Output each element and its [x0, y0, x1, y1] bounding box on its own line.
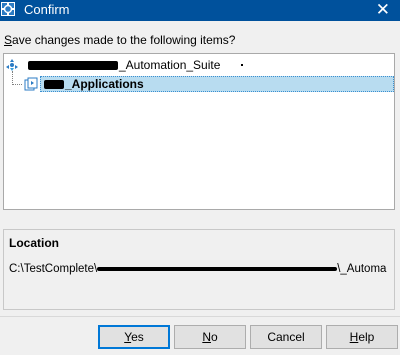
help-button[interactable]: Help [326, 325, 398, 349]
cancel-button[interactable]: Cancel [250, 325, 322, 349]
redaction [28, 61, 118, 71]
suite-label: _Automation_Suite [28, 57, 220, 73]
close-icon[interactable]: ✕ [376, 0, 390, 20]
stray-dot [241, 64, 243, 66]
project-icon [24, 77, 38, 91]
location-panel: Location C:\TestComplete\ \_Automa [3, 229, 395, 310]
window-title: Confirm [24, 2, 70, 17]
no-button[interactable]: No [174, 325, 246, 349]
items-tree[interactable]: _Automation_Suite _Applications [3, 53, 395, 210]
prompt-text: ave changes made to the following items? [12, 33, 236, 47]
divider [0, 316, 400, 317]
title-bar: Confirm ✕ [0, 0, 400, 21]
prompt-mnemonic: S [4, 33, 13, 47]
yes-button[interactable]: Yes [98, 325, 170, 349]
project-suite-icon [6, 59, 18, 71]
location-path: C:\TestComplete\ \_Automa [9, 263, 387, 275]
location-heading: Location [9, 236, 59, 250]
applications-label: _Applications [44, 76, 144, 92]
tree-item-applications[interactable]: _Applications [4, 76, 394, 92]
confirm-prompt: Save changes made to the following items… [4, 33, 235, 47]
app-icon [1, 2, 15, 16]
redaction [97, 266, 338, 271]
redaction [44, 80, 64, 90]
